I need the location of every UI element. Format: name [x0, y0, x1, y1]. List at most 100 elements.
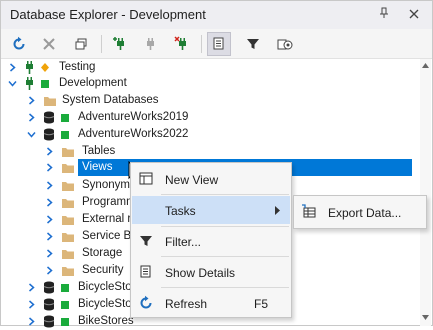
- toolbar-separator: [101, 35, 102, 53]
- chevron-right-icon[interactable]: [27, 113, 36, 122]
- delete-connection-icon: [174, 36, 186, 50]
- scroll-down-arrow-icon[interactable]: [422, 315, 429, 321]
- database-icon: [43, 281, 55, 294]
- tree-node-label: Service Br: [82, 230, 136, 242]
- folder-icon: [62, 250, 74, 259]
- chevron-right-icon[interactable]: [27, 317, 36, 326]
- context-menu: New View Tasks Filter... Show Details Re…: [130, 162, 292, 318]
- menu-item-filter[interactable]: Filter...: [132, 227, 290, 255]
- edit-connection-button[interactable]: [139, 32, 163, 56]
- tree-node-label: System Databases: [62, 94, 159, 106]
- folder-icon: [62, 199, 74, 208]
- connection-plug-icon: [26, 61, 33, 74]
- chevron-right-icon[interactable]: [27, 283, 36, 292]
- show-details-button[interactable]: [207, 32, 231, 56]
- tree-node-label: BicycleStor: [78, 281, 136, 293]
- database-icon: [43, 298, 55, 311]
- chevron-right-icon[interactable]: [27, 96, 36, 105]
- panel-title-bar: Database Explorer - Development: [1, 1, 432, 29]
- tree-node-tables[interactable]: Tables: [1, 143, 421, 160]
- folder-icon: [44, 97, 56, 106]
- tree-node-adventureworks2019[interactable]: AdventureWorks2019: [1, 109, 421, 126]
- scroll-up-arrow-icon[interactable]: [422, 62, 429, 68]
- database-icon: [43, 111, 55, 124]
- chevron-right-icon[interactable]: [45, 181, 54, 190]
- properties-icon: [277, 39, 293, 50]
- connected-status-icon: [61, 301, 69, 309]
- menu-separator: [161, 287, 289, 288]
- details-icon: [140, 265, 151, 278]
- delete-connection-button[interactable]: [171, 32, 195, 56]
- chevron-right-icon[interactable]: [45, 163, 54, 172]
- menu-item-label: Export Data...: [328, 206, 402, 220]
- connection-plug-icon: [26, 77, 33, 90]
- folder-icon: [62, 164, 74, 173]
- tree-node-testing[interactable]: Testing: [1, 59, 421, 76]
- tree-node-label: Views: [82, 161, 113, 173]
- chevron-right-icon[interactable]: [45, 198, 54, 207]
- chevron-right-icon[interactable]: [45, 266, 54, 275]
- menu-item-label: Filter...: [165, 235, 202, 249]
- close-icon[interactable]: [407, 7, 421, 23]
- duplicate-connection-button[interactable]: [69, 32, 93, 56]
- folder-icon: [62, 148, 74, 157]
- pin-icon[interactable]: [377, 7, 391, 23]
- database-icon: [43, 128, 55, 141]
- chevron-right-icon[interactable]: [8, 63, 17, 72]
- toolbar-separator: [201, 35, 202, 53]
- submenu-arrow-icon: [275, 206, 280, 215]
- chevron-right-icon[interactable]: [45, 147, 54, 156]
- vertical-scrollbar[interactable]: [420, 59, 431, 326]
- new-connection-icon: [113, 37, 124, 50]
- export-data-icon: [302, 204, 316, 218]
- menu-item-label: Refresh: [165, 297, 208, 311]
- menu-item-refresh[interactable]: Refresh F5: [132, 289, 290, 317]
- tree-node-label: External r: [82, 213, 132, 225]
- connected-status-icon: [61, 131, 69, 139]
- duplicate-icon: [75, 38, 87, 50]
- menu-item-tasks[interactable]: Tasks: [132, 196, 290, 224]
- menu-item-shortcut: F5: [254, 297, 269, 311]
- tree-node-label: Tables: [82, 145, 116, 157]
- tree-node-label: Security: [82, 264, 124, 276]
- tree-node-development[interactable]: Development: [1, 75, 421, 92]
- chevron-down-icon[interactable]: [27, 130, 36, 139]
- chevron-right-icon[interactable]: [45, 232, 54, 241]
- disconnect-button[interactable]: [37, 32, 61, 56]
- tree-node-label: Storage: [82, 247, 123, 259]
- tree-node-label: Programm: [82, 196, 136, 208]
- tree-node-label: AdventureWorks2022: [78, 128, 189, 140]
- menu-item-new-view[interactable]: New View: [132, 165, 290, 193]
- database-explorer-panel: Database Explorer - Development Testing …: [0, 0, 433, 328]
- menu-item-export-data[interactable]: Export Data...: [295, 198, 425, 226]
- chevron-right-icon[interactable]: [45, 215, 54, 224]
- details-icon: [213, 37, 224, 50]
- filter-button[interactable]: [241, 32, 265, 56]
- menu-item-show-details[interactable]: Show Details: [132, 258, 290, 286]
- new-connection-button[interactable]: [109, 32, 133, 56]
- folder-icon: [62, 267, 74, 276]
- menu-separator: [161, 256, 289, 257]
- chevron-down-icon[interactable]: [8, 79, 17, 88]
- refresh-icon: [13, 36, 25, 50]
- menu-item-label: Show Details: [165, 266, 236, 280]
- connection-properties-button[interactable]: [273, 32, 297, 56]
- tree-node-label: Development: [59, 77, 127, 89]
- tree-node-label: AdventureWorks2019: [78, 111, 189, 123]
- tree-node-system-databases[interactable]: System Databases: [1, 92, 421, 109]
- warning-status-icon: [41, 63, 49, 72]
- connected-status-icon: [61, 318, 69, 326]
- edit-connection-icon: [147, 38, 154, 50]
- folder-icon: [62, 182, 74, 191]
- connected-status-icon: [41, 80, 49, 88]
- tree-node-label: Testing: [59, 61, 96, 73]
- chevron-right-icon[interactable]: [27, 300, 36, 309]
- connected-status-icon: [61, 114, 69, 122]
- folder-icon: [62, 216, 74, 225]
- menu-item-label: New View: [165, 173, 219, 187]
- chevron-right-icon[interactable]: [45, 249, 54, 258]
- new-view-icon: [139, 172, 153, 185]
- refresh-button[interactable]: [7, 32, 31, 56]
- database-icon: [43, 315, 55, 328]
- tree-node-adventureworks2022[interactable]: AdventureWorks2022: [1, 126, 421, 143]
